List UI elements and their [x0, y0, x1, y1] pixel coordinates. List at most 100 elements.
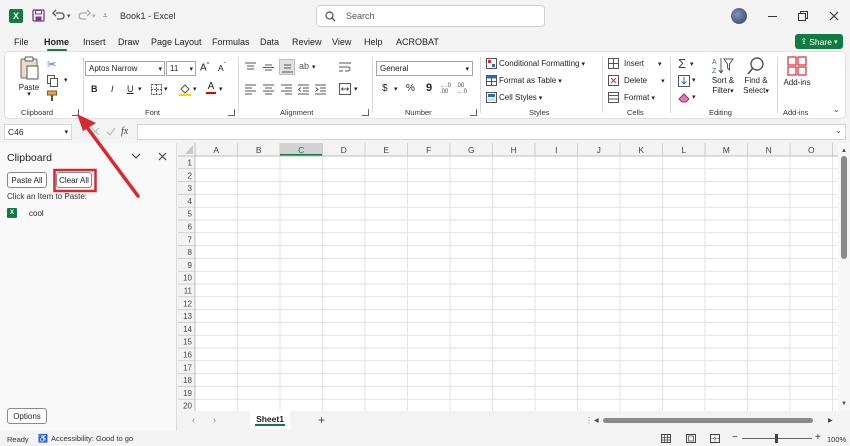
chevron-down-icon[interactable]: ▾: [138, 85, 142, 93]
sheet-tab[interactable]: Sheet1: [250, 411, 290, 429]
tab-page-layout[interactable]: Page Layout: [151, 37, 202, 47]
align-right-icon[interactable]: [281, 84, 292, 95]
clear-all-button[interactable]: Clear All: [56, 172, 92, 188]
scroll-right-icon[interactable]: ▶: [828, 417, 833, 424]
percent-button[interactable]: %: [406, 83, 415, 94]
chevron-down-icon[interactable]: ▾: [64, 76, 68, 84]
clipboard-launcher-icon[interactable]: [72, 109, 79, 116]
orientation-icon[interactable]: ab: [299, 61, 309, 71]
tab-draw[interactable]: Draw: [118, 37, 139, 47]
format-cells-button[interactable]: Format ▾: [608, 92, 655, 103]
customize-toolbar-icon[interactable]: ⩡: [103, 11, 108, 21]
bold-button[interactable]: B: [91, 84, 98, 94]
enter-icon[interactable]: [106, 127, 116, 136]
tab-data[interactable]: Data: [260, 37, 279, 47]
cut-icon[interactable]: ✂: [47, 58, 56, 71]
page-break-view-icon[interactable]: [710, 434, 720, 443]
chevron-down-icon[interactable]: ▾: [692, 76, 696, 84]
row-header[interactable]: 19: [183, 389, 192, 398]
row-header[interactable]: 20: [183, 402, 192, 411]
column-header[interactable]: M: [723, 145, 730, 155]
share-button[interactable]: ⇪ Share ▾: [795, 34, 843, 49]
column-header[interactable]: K: [638, 145, 644, 155]
format-as-table-button[interactable]: Format as Table ▾: [486, 75, 562, 86]
font-launcher-icon[interactable]: [228, 109, 235, 116]
column-header[interactable]: A: [213, 145, 219, 155]
row-header[interactable]: 12: [183, 299, 192, 308]
cell-styles-button[interactable]: Cell Styles ▾: [486, 92, 542, 103]
font-color-icon[interactable]: A: [206, 82, 216, 94]
restore-icon[interactable]: [798, 11, 808, 21]
tab-split-handle[interactable]: ⋮: [585, 416, 593, 425]
add-ins-button[interactable]: Add-ins: [781, 56, 813, 87]
chevron-down-icon[interactable]: ▾: [92, 12, 96, 20]
align-left-icon[interactable]: [245, 84, 256, 95]
autosum-icon[interactable]: Σ: [678, 56, 686, 71]
next-sheet-icon[interactable]: ›: [213, 415, 216, 425]
zoom-in-button[interactable]: +: [815, 432, 821, 443]
row-header[interactable]: 6: [188, 223, 193, 232]
column-header[interactable]: H: [511, 145, 517, 155]
font-size-select[interactable]: 11 ▾: [166, 61, 196, 76]
top-align-icon[interactable]: [245, 62, 256, 73]
tab-acrobat[interactable]: ACROBAT: [396, 37, 439, 47]
column-header[interactable]: D: [341, 145, 347, 155]
copy-icon[interactable]: [47, 75, 59, 87]
row-header[interactable]: 13: [183, 312, 192, 321]
chevron-down-icon[interactable]: ▾: [354, 85, 358, 93]
find-select-button[interactable]: Find & Select▾: [741, 56, 771, 97]
insert-cells-button[interactable]: Insert ▾: [608, 58, 662, 69]
search-box[interactable]: Search: [316, 5, 545, 27]
column-header[interactable]: E: [383, 145, 389, 155]
column-header[interactable]: C: [298, 145, 304, 155]
cell-grid[interactable]: A B C D E F G H I J K L M N O1234567891011121314151617…: [178, 143, 838, 413]
name-box[interactable]: C46 ▾: [4, 124, 72, 140]
row-header[interactable]: 15: [183, 338, 192, 347]
previous-sheet-icon[interactable]: ‹: [192, 415, 195, 425]
scroll-up-icon[interactable]: ▲: [841, 148, 847, 154]
conditional-formatting-button[interactable]: Conditional Formatting ▾: [486, 58, 585, 69]
row-header[interactable]: 8: [188, 248, 193, 257]
page-layout-view-icon[interactable]: [686, 434, 696, 443]
row-header[interactable]: 4: [188, 197, 193, 206]
row-header[interactable]: 14: [183, 325, 192, 334]
cancel-icon[interactable]: [91, 127, 100, 136]
add-sheet-button[interactable]: +: [318, 413, 325, 427]
number-launcher-icon[interactable]: [470, 109, 477, 116]
worksheet-grid[interactable]: A B C D E F G H I J K L M N O 1 2 3 4 5 6 7 8 9 10 11 12 13 14 15 16 17…: [178, 143, 838, 413]
scroll-down-icon[interactable]: ▼: [841, 401, 847, 407]
tab-insert[interactable]: Insert: [83, 37, 106, 47]
redo-icon[interactable]: [77, 9, 91, 21]
tab-view[interactable]: View: [332, 37, 351, 47]
sort-filter-button[interactable]: AZ Sort & Filter▾: [708, 56, 738, 97]
column-header[interactable]: N: [766, 145, 772, 155]
undo-icon[interactable]: [52, 9, 66, 21]
chevron-down-icon[interactable]: ▾: [67, 12, 71, 20]
increase-font-size-button[interactable]: A^: [200, 62, 210, 73]
tab-file[interactable]: File: [14, 37, 29, 47]
column-header[interactable]: L: [681, 145, 686, 155]
tab-review[interactable]: Review: [292, 37, 322, 47]
chevron-down-icon[interactable]: ▾: [394, 85, 398, 93]
chevron-down-icon[interactable]: ▾: [312, 63, 316, 71]
comma-style-button[interactable]: 9: [426, 82, 432, 94]
increase-indent-icon[interactable]: [315, 84, 326, 95]
chevron-down-icon[interactable]: ▾: [219, 85, 223, 93]
chevron-down-icon[interactable]: ▾: [690, 60, 694, 68]
options-button[interactable]: Options: [7, 408, 47, 424]
font-name-select[interactable]: Aptos Narrow ▾: [85, 61, 165, 76]
expand-formula-bar-icon[interactable]: ⌄: [835, 126, 842, 135]
chevron-down-icon[interactable]: ▾: [193, 85, 197, 93]
wrap-text-icon[interactable]: [339, 61, 351, 73]
row-header[interactable]: 17: [183, 363, 192, 372]
close-pane-icon[interactable]: [158, 152, 167, 161]
underline-button[interactable]: U: [127, 84, 134, 94]
column-header[interactable]: F: [426, 145, 431, 155]
tab-help[interactable]: Help: [364, 37, 383, 47]
delete-cells-button[interactable]: Delete ▾: [608, 75, 665, 86]
column-header[interactable]: O: [808, 145, 815, 155]
zoom-out-button[interactable]: −: [732, 432, 738, 443]
currency-button[interactable]: $: [382, 83, 388, 94]
row-header[interactable]: 16: [183, 351, 192, 360]
column-header[interactable]: I: [555, 145, 557, 155]
